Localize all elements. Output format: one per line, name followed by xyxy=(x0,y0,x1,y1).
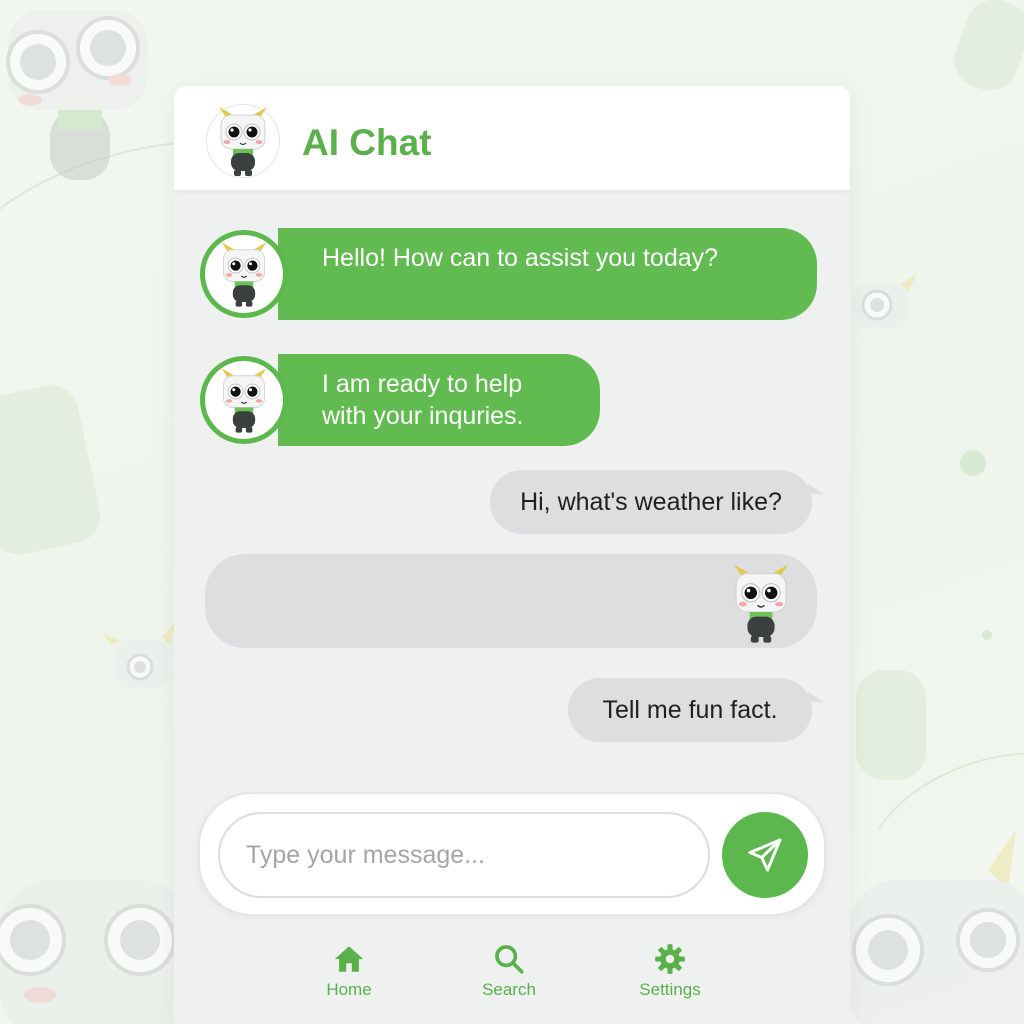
nav-label: Home xyxy=(326,980,372,999)
bot-message: I am ready to help with your inquries. xyxy=(278,354,600,446)
bot-message: Hello! How can to assist you today? xyxy=(278,228,817,320)
message-tail xyxy=(808,484,824,494)
user-message: Tell me fun fact. xyxy=(568,678,812,742)
mascot-icon xyxy=(218,106,268,177)
background-dot xyxy=(982,630,992,640)
background-shape xyxy=(856,670,926,780)
bot-typing-message xyxy=(205,554,817,648)
mascot-icon xyxy=(733,563,789,644)
gear-icon xyxy=(655,944,685,974)
send-icon xyxy=(748,838,782,872)
nav-label: Search xyxy=(482,980,536,999)
message-text: Hi, what's weather like? xyxy=(520,487,782,516)
bot-avatar xyxy=(200,356,288,444)
mascot-icon xyxy=(221,241,267,308)
page-title: AI Chat xyxy=(302,122,432,163)
background-mascot-icon xyxy=(102,621,176,689)
chat-window: AI Chat Hello! How can to assist you tod… xyxy=(174,86,850,1024)
message-text: I am ready to help with your inquries. xyxy=(322,370,524,430)
search-icon xyxy=(495,945,524,974)
bot-avatar xyxy=(206,104,280,178)
background-mascot-icon xyxy=(0,880,180,1024)
background-dot xyxy=(960,450,986,476)
nav-label: Settings xyxy=(639,980,701,999)
background-mascot-icon xyxy=(848,830,1024,1024)
home-icon xyxy=(334,946,364,972)
background-shape xyxy=(0,380,106,560)
background-mascot-icon xyxy=(6,10,148,180)
message-input[interactable] xyxy=(218,812,710,898)
background-shape xyxy=(946,0,1024,99)
message-composer xyxy=(198,792,826,916)
message-tail xyxy=(808,692,824,702)
nav-item-home[interactable]: Home xyxy=(294,942,404,1000)
message-text: Hello! How can to assist you today? xyxy=(322,244,719,272)
bot-avatar xyxy=(200,230,288,318)
send-button[interactable] xyxy=(722,812,808,898)
background-mascot-icon xyxy=(853,273,917,329)
chat-header: AI Chat xyxy=(174,86,850,190)
user-message: Hi, what's weather like? xyxy=(490,470,812,534)
mascot-icon xyxy=(221,367,267,434)
nav-item-search[interactable]: Search xyxy=(454,942,564,1000)
bottom-nav: Home Search Settings xyxy=(174,936,850,1024)
nav-item-settings[interactable]: Settings xyxy=(615,942,725,1000)
message-text: Tell me fun fact. xyxy=(602,695,778,724)
